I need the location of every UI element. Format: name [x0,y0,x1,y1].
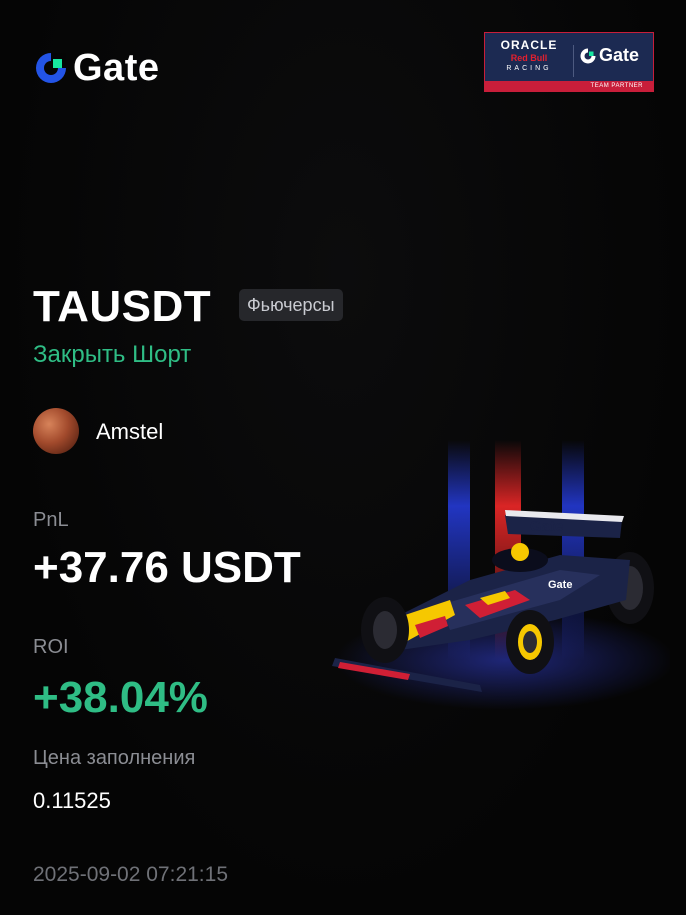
f1-car-illustration: Gate Gate [330,430,675,710]
brand-name: Gate [73,47,160,89]
partner-gate-text: Gate [599,45,640,65]
red-bull-racing-logo: ORACLE Red Bull RACING [491,39,567,74]
sidepod-livery-text: Gate [548,579,572,591]
timestamp: 2025-09-02 07:21:15 [33,863,228,886]
partner-divider [573,45,574,77]
partner-line-2: Red Bull [510,53,548,63]
partner-strip: TEAM PARTNER [485,81,653,91]
fill-price-label: Цена заполнения [33,747,196,769]
gate-logo-icon [33,50,69,86]
position-direction: Закрыть Шорт [33,341,192,368]
username: Amstel [96,419,164,444]
partner-gate-logo: Gate [579,45,639,66]
roi-value: +38.04% [33,673,208,722]
market-type-badge: Фьючерсы [239,289,343,321]
partner-line-1: ORACLE [500,38,558,52]
pnl-value: +37.76 USDT [33,543,301,592]
wing-livery-text: Gate [530,518,563,535]
fill-price-value: 0.11525 [33,788,111,813]
gate-logo-icon [580,48,596,63]
pnl-label: PnL [33,509,69,531]
share-card: Gate ORACLE Red Bull RACING Gate TEAM PA… [0,0,686,915]
gate-logo: Gate [33,48,159,88]
team-partner-badge: ORACLE Red Bull RACING Gate TEAM PARTNER [484,32,654,92]
avatar [33,408,79,454]
trading-pair: TAUSDT [33,282,212,331]
partner-line-3: RACING [506,65,552,72]
roi-label: ROI [33,636,69,658]
